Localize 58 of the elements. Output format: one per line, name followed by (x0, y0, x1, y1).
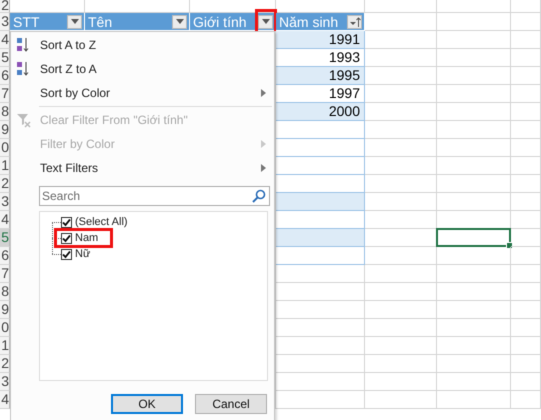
checkbox[interactable] (61, 232, 72, 244)
row-number[interactable]: 0 (0, 319, 10, 337)
search-icon (252, 189, 266, 203)
menu-item[interactable]: Sort Z to A (11, 57, 274, 81)
row-number[interactable]: 3 (0, 193, 10, 211)
row-number[interactable]: 1 (0, 157, 10, 175)
row-number[interactable]: 7 (0, 265, 10, 283)
menu-item[interactable]: Sort A to Z (11, 33, 274, 57)
row-number[interactable]: 9 (0, 121, 10, 139)
dropdown-arrow-icon (262, 19, 270, 24)
row-number[interactable]: 8 (0, 103, 10, 121)
header-label: Năm sinh (279, 14, 338, 30)
cancel-button[interactable]: Cancel (195, 394, 267, 414)
row-number[interactable]: 6 (0, 247, 10, 265)
ok-button[interactable]: OK (111, 394, 183, 414)
menu-item[interactable]: Text Filters (11, 156, 274, 180)
row-number[interactable]: 4 (0, 211, 10, 229)
sort-descending-icon (16, 61, 30, 77)
table-cell: 1991 (276, 31, 365, 49)
row-number[interactable]: 3 (0, 13, 10, 31)
row-number[interactable]: 7 (0, 85, 10, 103)
value-label: Nữ (75, 248, 90, 260)
filter-dropdown-button[interactable] (67, 14, 82, 28)
row-number[interactable]: 4 (0, 31, 10, 49)
header-label: Giới tính (193, 14, 247, 30)
menu-item[interactable]: Sort by Color (11, 81, 274, 105)
row-number[interactable]: 5 (0, 229, 10, 247)
sort-filter-icon (348, 16, 360, 28)
value-label: Nam (75, 232, 98, 244)
dropdown-arrow-icon (70, 19, 78, 24)
submenu-arrow-icon (261, 140, 266, 148)
row-number[interactable]: 2 (0, 355, 10, 373)
submenu-arrow-icon (261, 89, 266, 97)
dropdown-arrow-icon (176, 19, 184, 24)
header-label: STT (13, 14, 40, 30)
submenu-arrow-icon (261, 164, 266, 172)
row-number[interactable]: 5 (0, 49, 10, 67)
table-cell: 2000 (276, 103, 365, 121)
filter-dropdown-button[interactable] (258, 14, 273, 28)
row-number[interactable]: 4 (0, 391, 10, 409)
value-label: (Select All) (75, 216, 128, 228)
row-number[interactable]: 9 (0, 301, 10, 319)
sort-ascending-icon (16, 37, 30, 53)
row-number[interactable]: 8 (0, 283, 10, 301)
row-number[interactable]: 1 (0, 337, 10, 355)
checkbox[interactable] (61, 248, 72, 260)
filter-dropdown-button[interactable] (172, 14, 187, 28)
checkbox[interactable] (61, 216, 72, 228)
clear-filter-icon (16, 112, 32, 128)
row-number[interactable]: 3 (0, 373, 10, 391)
search-field[interactable]: Search (39, 186, 270, 206)
filter-dropdown-button[interactable] (347, 14, 362, 28)
table-cell: 1995 (276, 67, 365, 85)
row-number[interactable]: 2 (0, 175, 10, 193)
row-number[interactable]: 6 (0, 67, 10, 85)
header-label: Tên (88, 14, 112, 30)
row-number[interactable]: 0 (0, 139, 10, 157)
row-number[interactable]: 2 (0, 0, 10, 13)
